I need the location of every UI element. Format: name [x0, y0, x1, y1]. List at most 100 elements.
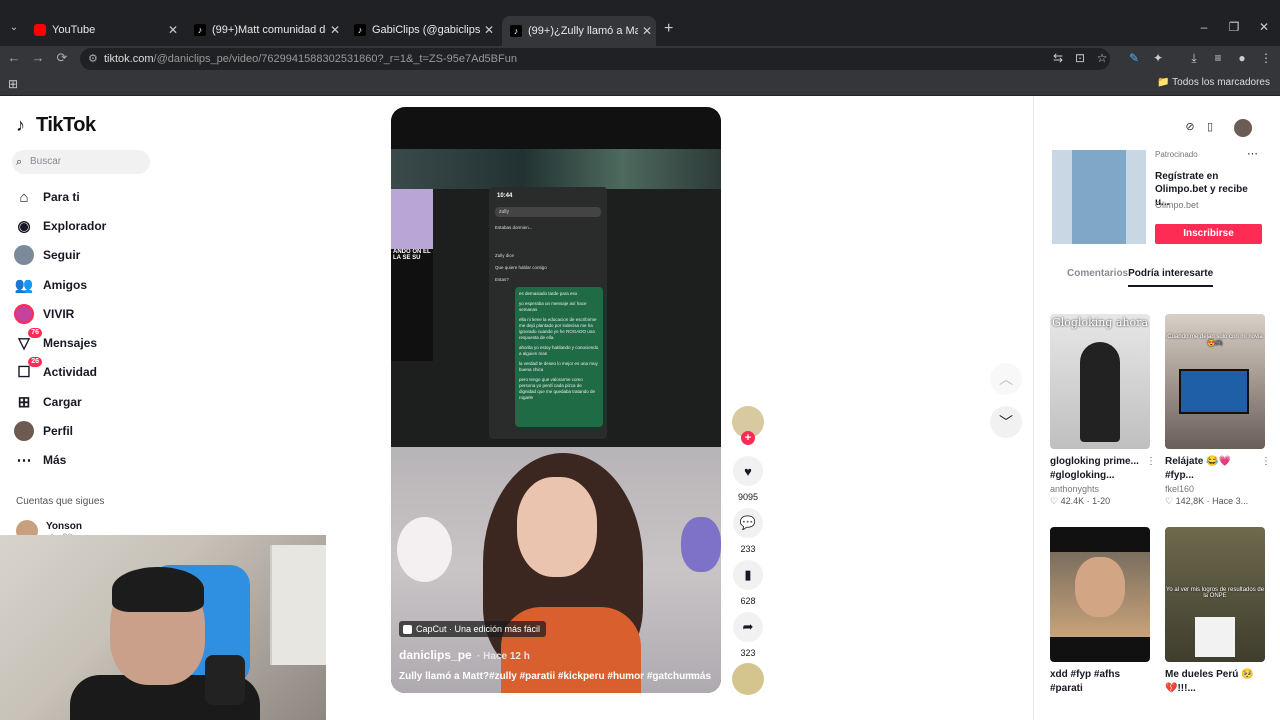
sidebar-item-actividad[interactable]: ☐ 26 Actividad	[14, 357, 97, 384]
upload-icon: ⊞	[17, 394, 31, 411]
sidebar-item-amigos[interactable]: 👥 Amigos	[14, 273, 87, 297]
url-path: /@daniclips_pe/video/7629941588302531860…	[153, 53, 517, 65]
sidebar-item-label: Seguir	[43, 248, 81, 262]
right-panel: ⊘ ▯ Patrocinado ⋯ Regístrate en Olimpo.b…	[1033, 96, 1280, 720]
sidebar-item-cargar[interactable]: ⊞ Cargar	[14, 390, 82, 414]
browser-tab-zully-active[interactable]: ♪ (99+)¿Zully llamó a Matt? #zull ✕	[502, 16, 656, 46]
recommended-video-card[interactable]: xdd #fyp #afhs #parati	[1050, 527, 1150, 696]
install-app-icon[interactable]: ⊡	[1072, 51, 1088, 65]
share-count: 323	[740, 648, 756, 658]
activity-badge: 26	[28, 357, 42, 367]
next-video-chevron-down-icon[interactable]: ﹀	[990, 406, 1022, 438]
reload-icon[interactable]: ⟳	[54, 50, 70, 66]
sidebar-item-seguir[interactable]: Seguir	[14, 243, 80, 267]
right-tabs: ComentariosPodría interesarte	[1067, 268, 1214, 287]
card-username: fkel160	[1165, 484, 1195, 494]
forward-arrow-icon[interactable]: →	[30, 50, 46, 65]
sidebar-item-perfil[interactable]: Perfil	[14, 419, 73, 443]
capcut-tag[interactable]: CapCut · Una edición más fácil	[399, 621, 547, 637]
close-icon[interactable]: ✕	[326, 23, 344, 37]
compass-icon[interactable]: ⊘	[1182, 120, 1198, 133]
music-disc-avatar[interactable]	[732, 663, 764, 695]
activity-icon: ☐ 26	[14, 357, 42, 382]
tiktok-logo[interactable]: ♪ TikTok	[16, 114, 96, 137]
follow-plus-icon[interactable]: +	[741, 431, 755, 445]
like-count: 9095	[737, 492, 759, 502]
new-tab-plus-icon[interactable]: +	[664, 20, 678, 38]
chat-bubble: es demasiado tarde para eso yo esperaba …	[515, 287, 603, 427]
phone-icon[interactable]: ▯	[1202, 120, 1218, 133]
profile-avatar-icon[interactable]: ●	[1234, 51, 1250, 65]
card-title: xdd #fyp #afhs #parati	[1050, 669, 1121, 694]
browser-tab-gabiclips[interactable]: ♪ GabiClips (@gabiclips4) | TikTok ✕	[346, 18, 498, 42]
all-bookmarks-link[interactable]: 📁 Todos los marcadores	[1157, 77, 1270, 88]
video-author[interactable]: daniclips_pe · Hace 12 h	[399, 648, 530, 662]
previous-video-chevron-up-icon[interactable]: ︿	[990, 363, 1022, 395]
recommended-video-card[interactable]: Glogloking ahora glogloking prime... #gl…	[1050, 314, 1156, 507]
apps-grid-icon[interactable]: ⊞	[8, 77, 18, 91]
save-button[interactable]: ▮ 628	[732, 560, 764, 606]
close-icon[interactable]: ✕	[164, 23, 182, 37]
ad-more-icon[interactable]: ⋯	[1247, 147, 1258, 160]
capcut-label: CapCut · Una edición más fácil	[416, 624, 541, 634]
card-stats: ♡ 142,8K · Hace 3...	[1165, 496, 1249, 506]
video-player[interactable]: ANDO ON EL LA SE SU 10:44 zully Estabas …	[391, 107, 721, 693]
thumbnail-overlay-text: Yo al ver mis logros de resultados de la…	[1165, 587, 1265, 599]
card-date: Hace 3...	[1212, 496, 1249, 506]
minimize-icon[interactable]: –	[1196, 20, 1212, 34]
bookmark-star-icon[interactable]: ☆	[1094, 51, 1110, 65]
bookmarks-bar: ⊞ 📁 Todos los marcadores	[0, 72, 1280, 96]
ad-signup-button[interactable]: Inscribirse	[1155, 224, 1262, 244]
sidebar-item-explorador[interactable]: ◉ Explorador	[14, 214, 106, 238]
tab-title: (99+)¿Zully llamó a Matt? #zull	[528, 25, 638, 37]
search-placeholder: Buscar	[30, 156, 62, 167]
sidebar-item-para-ti[interactable]: ⌂ Para ti	[14, 185, 79, 209]
card-title: Me dueles Perú 🥺💔!!!...	[1165, 669, 1254, 694]
close-icon[interactable]: ✕	[480, 23, 498, 37]
restore-icon[interactable]: ❐	[1226, 20, 1242, 34]
site-info-icon[interactable]: ⚙	[88, 48, 98, 70]
sponsored-ad[interactable]: Patrocinado ⋯ Regístrate en Olimpo.bet y…	[1052, 147, 1264, 244]
ad-image	[1052, 150, 1146, 244]
card-stats: ♡ 42.4K · 1-20	[1050, 496, 1111, 506]
all-bookmarks-label: Todos los marcadores	[1172, 77, 1270, 88]
sidebar-item-vivir[interactable]: VIVIR	[14, 302, 74, 326]
following-section-title: Cuentas que sigues	[16, 496, 105, 507]
thumbnail-face	[1075, 557, 1125, 617]
comment-button[interactable]: 💬 233	[732, 508, 764, 554]
bubble-line: ahorita yo estoy hablando y conociendo a…	[519, 345, 599, 356]
back-arrow-icon[interactable]: ←	[6, 50, 22, 65]
download-icon[interactable]: ⤓	[1186, 51, 1202, 66]
tab-search-chevron-icon[interactable]: ⌄	[6, 20, 22, 36]
video-thumbnail: Yo al ver mis logros de resultados de la…	[1165, 527, 1265, 662]
recommended-video-card[interactable]: Cuando me dejan solo con mi novia 😍🎮 Rel…	[1165, 314, 1271, 507]
url-input[interactable]: ⚙ tiktok.com/@daniclips_pe/video/7629941…	[80, 48, 1110, 70]
card-more-icon[interactable]: ⋮	[1261, 456, 1271, 467]
extension-icon[interactable]: ✎	[1126, 51, 1142, 65]
browser-tab-matt[interactable]: ♪ (99+)Matt comunidad de Zully ✕	[186, 18, 344, 42]
tab-podria-interesarte[interactable]: Podría interesarte	[1128, 268, 1214, 287]
sidebar-item-mensajes[interactable]: ▽ 76 Mensajes	[14, 328, 97, 355]
creator-face	[517, 477, 597, 577]
user-avatar[interactable]	[1234, 119, 1252, 137]
recommended-video-card[interactable]: Yo al ver mis logros de resultados de la…	[1165, 527, 1265, 696]
translate-icon[interactable]: ⇆	[1050, 51, 1066, 65]
browser-tab-bar: ⌄ YouTube ✕ ♪ (99+)Matt comunidad de Zul…	[0, 0, 1280, 46]
video-thumbnail	[1050, 527, 1150, 662]
search-input[interactable]: ⌕ Buscar	[12, 150, 150, 174]
browser-tab-youtube[interactable]: YouTube ✕	[26, 18, 182, 42]
like-button[interactable]: ♥ 9095	[732, 456, 764, 502]
caption-more-link[interactable]: más	[691, 671, 711, 682]
sidebar-item-label: Cargar	[43, 395, 82, 409]
sidebar-item-mas[interactable]: ⋯ Más	[14, 448, 67, 472]
tab-comentarios[interactable]: Comentarios	[1067, 268, 1128, 279]
capcut-icon	[403, 624, 412, 634]
close-icon[interactable]: ✕	[638, 24, 656, 38]
share-button[interactable]: ➦ 323	[732, 612, 764, 658]
card-more-icon[interactable]: ⋮	[1146, 456, 1156, 467]
menu-kebab-icon[interactable]: ⋮	[1258, 51, 1274, 65]
window-close-icon[interactable]: ✕	[1256, 20, 1272, 34]
media-control-icon[interactable]: ≡	[1210, 51, 1226, 65]
comment-icon: 💬	[733, 508, 763, 538]
extensions-puzzle-icon[interactable]: ✦	[1150, 51, 1166, 65]
